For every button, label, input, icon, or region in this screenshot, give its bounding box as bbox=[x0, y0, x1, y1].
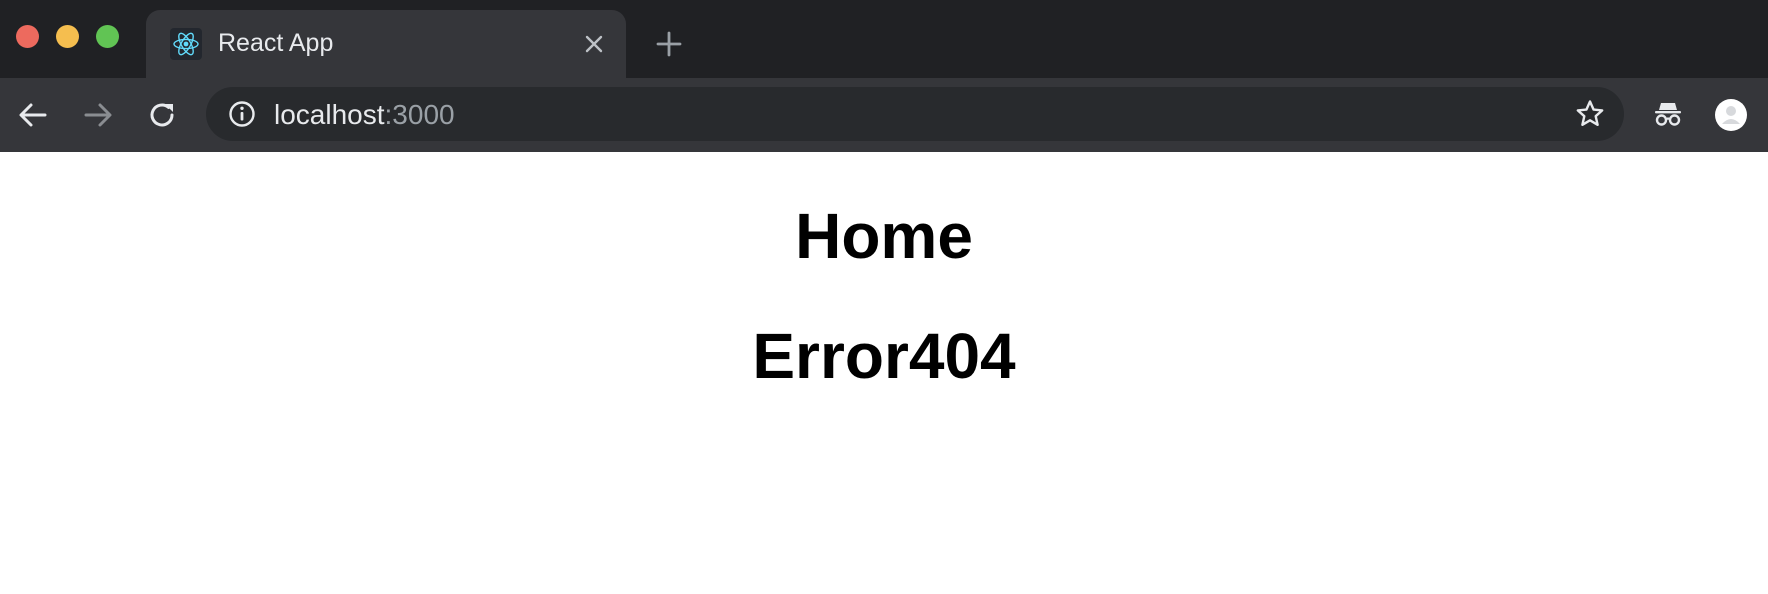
window-minimize-button[interactable] bbox=[56, 25, 79, 48]
incognito-icon[interactable] bbox=[1652, 98, 1684, 130]
profile-avatar[interactable] bbox=[1715, 99, 1747, 131]
url-text: localhost:3000 bbox=[274, 99, 455, 131]
tab-strip: React App bbox=[0, 0, 1768, 78]
window-close-button[interactable] bbox=[16, 25, 39, 48]
back-arrow-icon[interactable] bbox=[16, 98, 50, 132]
url-host: localhost bbox=[274, 99, 385, 130]
page-content: Home Error404 bbox=[0, 152, 1768, 594]
tab-title: React App bbox=[218, 29, 334, 57]
browser-window: React App localhost:3000 Home Error404 bbox=[0, 0, 1768, 594]
url-port: :3000 bbox=[384, 99, 455, 130]
error-heading: Error404 bbox=[752, 320, 1016, 392]
browser-toolbar: localhost:3000 bbox=[0, 78, 1768, 152]
reload-icon[interactable] bbox=[145, 98, 179, 132]
plus-icon bbox=[656, 31, 682, 57]
star-icon[interactable] bbox=[1574, 98, 1606, 130]
window-maximize-button[interactable] bbox=[96, 25, 119, 48]
react-logo-icon bbox=[170, 28, 202, 60]
forward-arrow-icon[interactable] bbox=[81, 98, 115, 132]
address-bar[interactable]: localhost:3000 bbox=[206, 87, 1624, 141]
new-tab-button[interactable] bbox=[655, 30, 683, 58]
close-icon[interactable] bbox=[582, 32, 606, 56]
home-heading: Home bbox=[795, 200, 973, 272]
tab-react-app[interactable]: React App bbox=[146, 10, 626, 78]
info-icon[interactable] bbox=[228, 100, 256, 128]
user-icon bbox=[1722, 106, 1740, 124]
